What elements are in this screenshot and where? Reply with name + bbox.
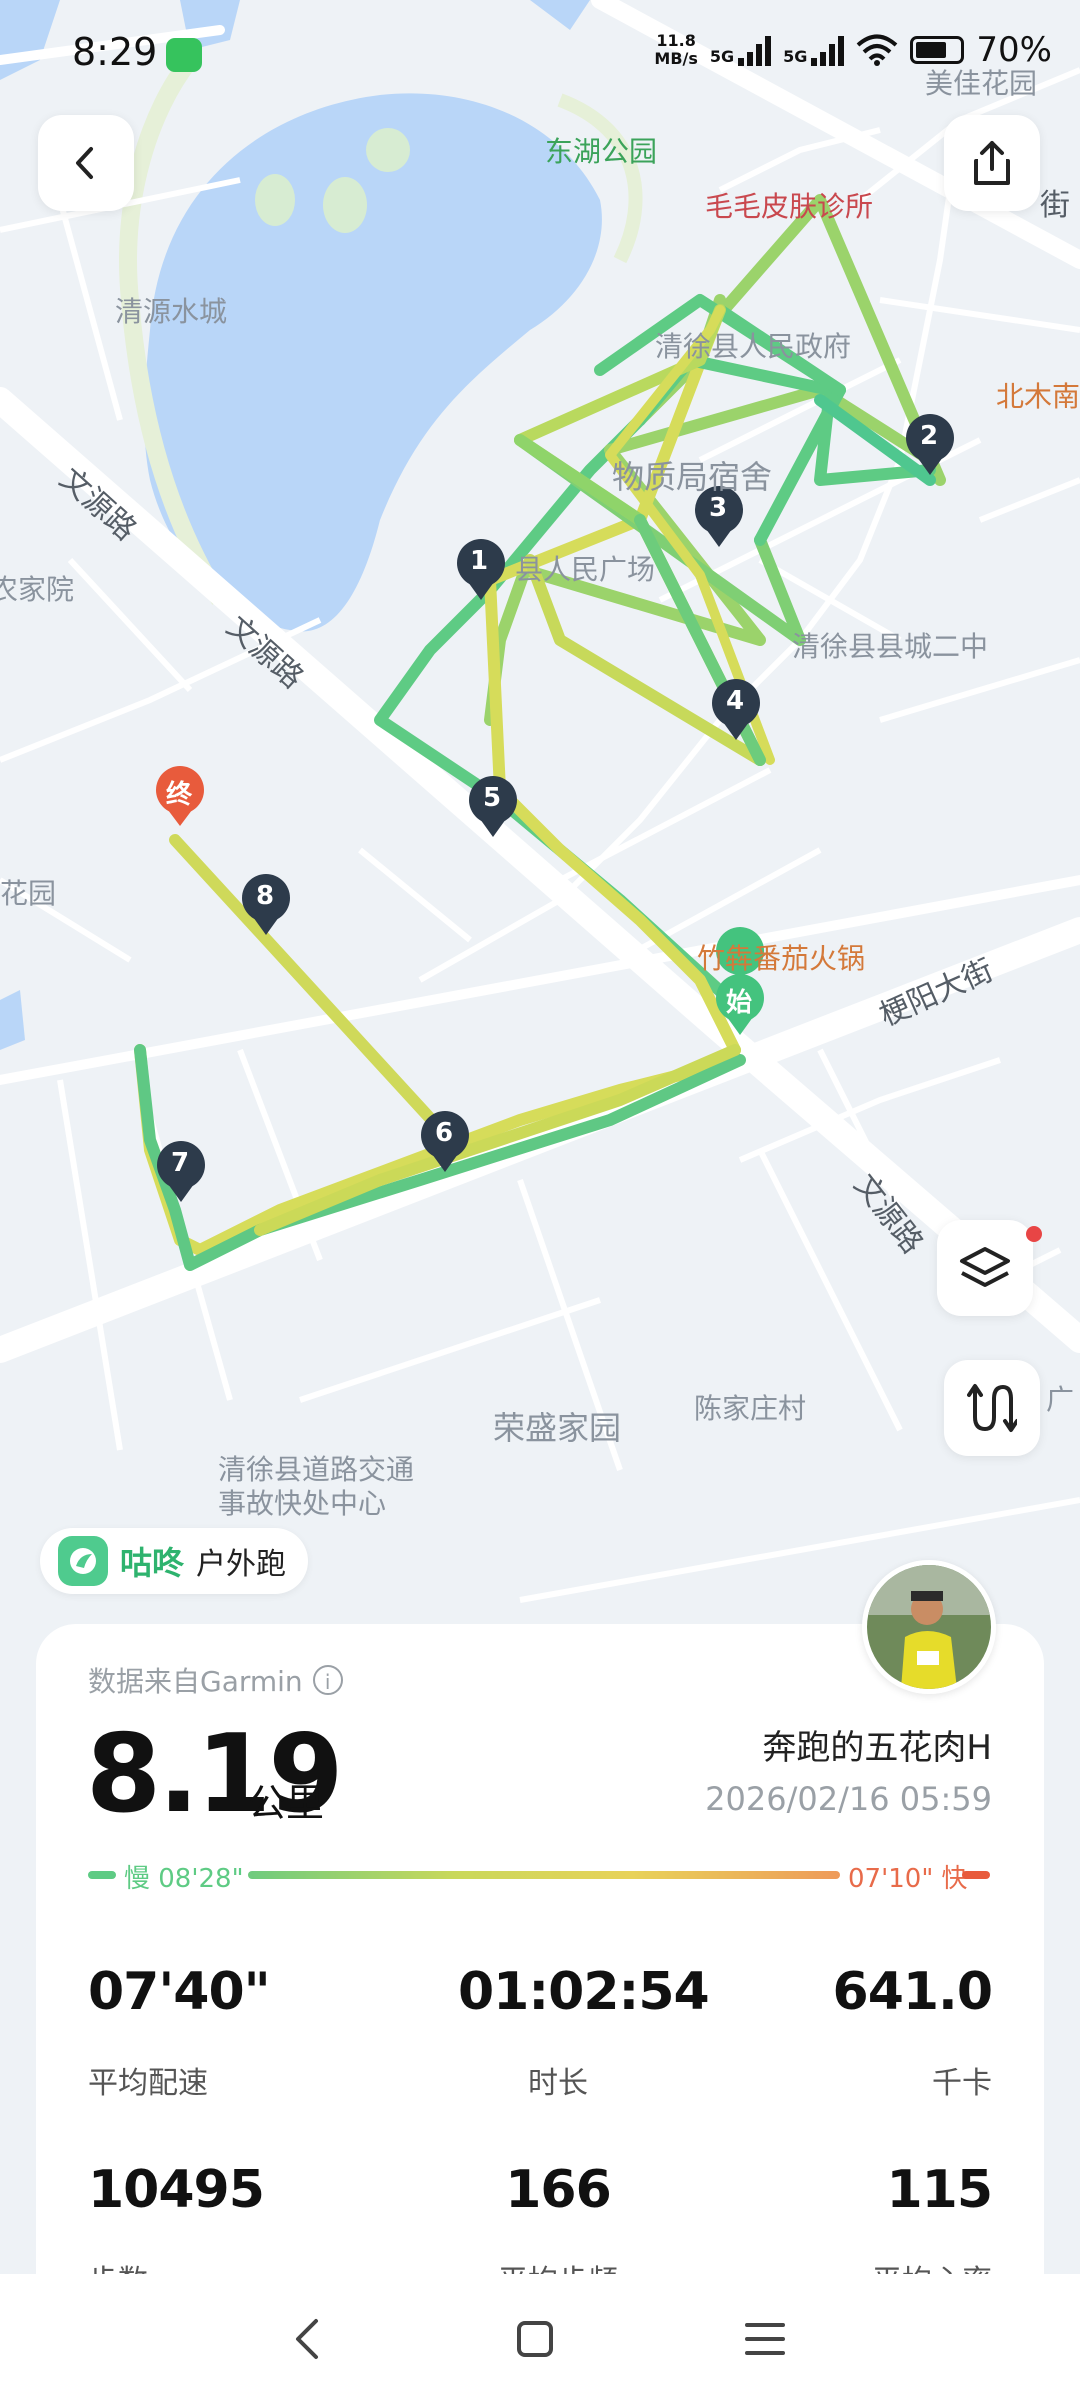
stat-steps-value: 10495 [88,2160,265,2220]
share-button[interactable] [944,115,1040,211]
message-icon [166,38,202,72]
pace-fast-label: 07'10" 快 [848,1864,968,1894]
map-label-street: 街 [1040,188,1070,223]
nav-home-icon [517,2321,553,2357]
layers-notification-dot [1026,1226,1042,1242]
activity-type: 户外跑 [196,1547,287,1582]
codoon-logo-icon [58,1536,108,1586]
km-marker-4[interactable]: 4 [726,686,744,716]
km-marker-6[interactable]: 6 [435,1118,453,1148]
stat-avg-pace-value: 07'40" [88,1962,271,2022]
km-marker-2[interactable]: 2 [920,421,938,451]
map-label-nongjia: 农家院 [0,573,75,606]
brand-pill: 咕咚 户外跑 [40,1528,309,1594]
km-marker-5[interactable]: 5 [483,783,501,813]
nav-back-icon [296,2319,318,2359]
map-label-square: 县人民广场 [515,553,656,586]
net-speed-value: 11.8 [656,31,696,50]
runner-photo [867,1565,991,1689]
stat-avg-pace-label: 平均配速 [88,2066,208,2101]
back-button[interactable] [38,115,134,211]
stat-heartrate-value: 115 [886,2160,993,2220]
map-label-traffic-2: 事故快处中心 [218,1487,387,1520]
route-playback-button[interactable] [944,1360,1040,1456]
status-time: 8:29 [72,30,158,74]
pace-legend-slow-swatch [88,1871,116,1879]
stat-duration-value: 01:02:54 [458,1962,710,2022]
layers-icon [960,1247,1010,1287]
pace-legend: 慢 08'28" 07'10" 快 [88,1856,992,1894]
map-layers-button[interactable] [937,1220,1033,1316]
map-label-hotpot: 竹犇番茄火锅 [697,942,866,975]
signal-2-icon: 5G [783,34,845,66]
brand-name: 咕咚 [120,1544,185,1582]
signal-1-icon: 5G [709,34,772,66]
net-speed: 11.8 MB/s [654,32,697,68]
km-marker-3[interactable]: 3 [709,493,727,523]
stat-cadence-value: 166 [505,2160,612,2220]
end-marker-label[interactable]: 终 [166,774,192,811]
map-label-chenjia: 陈家庄村 [694,1392,807,1425]
nav-menu-button[interactable] [730,2304,800,2374]
avatar[interactable] [862,1560,996,1694]
data-source-label: 数据来自Garmin [88,1665,303,1698]
stat-calories-label: 千卡 [932,2066,992,2101]
nav-menu-icon [745,2323,785,2355]
start-marker-label[interactable]: 始 [726,982,752,1019]
map-label-rongsheng: 荣盛家园 [493,1409,622,1447]
status-bar: 8:29 11.8 MB/s 5G 5G 70% [0,0,1080,110]
chevron-left-icon [76,147,93,179]
map-label-park: 东湖公园 [545,135,658,168]
map-label-guang: 广 [1046,1383,1075,1416]
sim2-label: 5G [783,47,808,66]
status-icons: 11.8 MB/s 5G 5G 70% [654,30,1052,70]
wifi-icon [857,34,898,66]
stat-duration-label: 时长 [528,2066,588,2101]
map-label-dorm: 物质局宿舍 [612,458,773,496]
pace-slow-label: 慢 08'28" [124,1864,244,1894]
system-nav-bar [0,2274,1080,2400]
summary-card: 数据来自Garmin i 8.19 公里 奔跑的五花肉H 2026/02/16 … [36,1624,1044,2364]
nav-home-button[interactable] [500,2304,570,2374]
map-label-beimu: 北木南 [996,380,1080,413]
km-marker-8[interactable]: 8 [256,881,274,911]
km-marker-7[interactable]: 7 [171,1148,189,1178]
map-label-gov: 清徐县人民政府 [655,330,852,363]
stat-calories-value: 641.0 [832,1962,993,2022]
map-label-huayuan: 花园 [0,877,57,910]
info-icon[interactable]: i [312,1665,343,1695]
bird-icon [70,1548,96,1574]
sim1-label: 5G [709,47,735,66]
username[interactable]: 奔跑的五花肉H [762,1720,992,1769]
share-icon [974,141,1010,185]
map-label-school: 清徐县县城二中 [792,630,989,663]
nav-back-button[interactable] [272,2304,342,2374]
run-datetime: 2026/02/16 05:59 [705,1780,992,1818]
net-speed-unit: MB/s [654,49,698,68]
km-marker-1[interactable]: 1 [470,546,488,576]
route-icon [967,1384,1017,1432]
battery-icon [910,36,965,64]
battery-level: 70% [976,30,1052,70]
pace-gradient-bar [248,1871,840,1879]
map-label-clinic: 毛毛皮肤诊所 [705,190,874,223]
pace-legend-fast-swatch [962,1871,990,1879]
distance-unit: 公里 [248,1781,325,1825]
map-label-qingyuan: 清源水城 [115,295,228,328]
data-source: 数据来自Garmin i [88,1660,343,1700]
